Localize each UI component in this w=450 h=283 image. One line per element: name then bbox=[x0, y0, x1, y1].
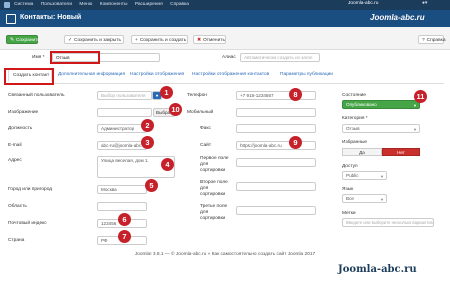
save-close-button[interactable]: ✓ Сохранить и закрыть bbox=[64, 35, 124, 44]
callout-badge: 1 bbox=[160, 86, 173, 99]
image-label: Изображение bbox=[8, 110, 39, 115]
name-label: Имя * bbox=[32, 55, 45, 60]
callout-badge: 7 bbox=[118, 230, 131, 243]
language-select[interactable]: Все ▼ bbox=[342, 194, 387, 203]
chevron-down-icon: ▼ bbox=[380, 174, 384, 179]
region-label: Область bbox=[8, 204, 27, 209]
tab-publishing[interactable]: Параметры публикации bbox=[280, 72, 333, 77]
callout-badge: 8 bbox=[289, 88, 302, 101]
user-icon: ● bbox=[155, 93, 159, 98]
callout-badge: 4 bbox=[161, 158, 174, 171]
linked-user-input[interactable]: Выбор пользователя bbox=[97, 91, 152, 100]
site-input[interactable]: https://joomla-abc.ru bbox=[236, 141, 316, 150]
callout-badge: 9 bbox=[289, 136, 302, 149]
category-label: Категория * bbox=[342, 116, 368, 121]
menu-item-help[interactable]: Справка bbox=[170, 2, 189, 7]
access-select[interactable]: Public ▼ bbox=[342, 171, 387, 180]
image-input[interactable] bbox=[97, 108, 152, 117]
callout-badge: 6 bbox=[118, 213, 131, 226]
chevron-down-icon: ▼ bbox=[380, 197, 384, 202]
menu-item-users[interactable]: Пользователи bbox=[41, 2, 72, 7]
tab-contact-display[interactable]: Настройки отображения контактов bbox=[192, 72, 269, 77]
joomla-logo-icon[interactable] bbox=[4, 2, 10, 8]
site-link[interactable]: Joomla-abc.ru bbox=[348, 1, 378, 6]
user-icon[interactable]: ●▾ bbox=[422, 1, 427, 6]
tags-input[interactable]: Введите или выберите несколько вариантов bbox=[342, 218, 434, 227]
email-input[interactable]: abc-ru@joomla-abc.ru bbox=[97, 141, 147, 150]
cancel-button[interactable]: ✖ Отменить bbox=[193, 35, 226, 44]
country-label: Страна bbox=[8, 238, 25, 243]
check-icon: ✓ bbox=[68, 38, 73, 43]
email-label: E-mail bbox=[8, 143, 22, 148]
status-select[interactable]: Опубликовано ▼ bbox=[342, 100, 420, 109]
sort2-input[interactable] bbox=[236, 182, 316, 191]
page-header: Контакты: Новый Joomla-abc.ru bbox=[0, 10, 450, 27]
highlight-name bbox=[50, 51, 100, 64]
save-new-button[interactable]: + Сохранить и создать bbox=[131, 35, 188, 44]
chevron-down-icon: ▼ bbox=[413, 103, 417, 108]
callout-badge: 3 bbox=[141, 136, 154, 149]
tab-bar: Создать контакт Дополнительная информаци… bbox=[4, 69, 444, 84]
linked-user-label: Связанный пользователь bbox=[8, 93, 65, 98]
menu-item-extensions[interactable]: Расширения bbox=[135, 2, 163, 7]
save-button[interactable]: ✎ Сохранить bbox=[6, 35, 40, 44]
contact-icon bbox=[6, 14, 16, 24]
site-watermark: Joomla-abc.ru bbox=[338, 264, 417, 275]
city-label: Город или пригород bbox=[8, 187, 53, 192]
top-menu: Система Пользователи Меню Компоненты Рас… bbox=[14, 1, 195, 7]
category-select[interactable]: Отзыв ▼ bbox=[342, 124, 420, 133]
menu-item-menus[interactable]: Меню bbox=[79, 2, 92, 7]
featured-label: Избранные bbox=[342, 140, 368, 145]
help-button[interactable]: ? Справка bbox=[418, 35, 446, 44]
callout-badge: 10 bbox=[169, 103, 182, 116]
sort1-input[interactable] bbox=[236, 158, 316, 167]
sort3-label: Третье поле для сортировки bbox=[200, 204, 228, 221]
sort1-label: Первое поле для сортировки bbox=[200, 156, 229, 173]
admin-top-nav: Система Пользователи Меню Компоненты Рас… bbox=[0, 0, 450, 10]
mobile-label: Мобильный bbox=[187, 110, 214, 115]
region-input[interactable] bbox=[97, 202, 147, 211]
mobile-input[interactable] bbox=[236, 108, 316, 117]
city-input[interactable]: Москва bbox=[97, 185, 147, 194]
chevron-down-icon: ▼ bbox=[413, 127, 417, 132]
tab-extra-info[interactable]: Дополнительная информация bbox=[58, 72, 125, 77]
phone-input[interactable]: +7 916-1234567 bbox=[236, 91, 316, 100]
callout-badge: 2 bbox=[141, 119, 154, 132]
postcode-label: Почтовый индекс bbox=[8, 221, 47, 226]
question-icon: ? bbox=[422, 38, 425, 43]
position-label: Должность bbox=[8, 126, 33, 131]
status-label: Состояние bbox=[342, 93, 366, 98]
site-label: Сайт bbox=[200, 143, 212, 148]
featured-yes-button[interactable]: Да bbox=[342, 148, 382, 156]
plus-icon: + bbox=[135, 38, 138, 43]
featured-no-button[interactable]: Нет bbox=[382, 148, 420, 156]
footer-text: Joomla! 3.8.1 — © Joomla-abc.ru » Как са… bbox=[134, 252, 316, 257]
brand-watermark: Joomla-abc.ru bbox=[370, 13, 425, 22]
tags-label: Метки bbox=[342, 211, 356, 216]
callout-badge: 5 bbox=[145, 179, 158, 192]
fax-label: Факс bbox=[200, 126, 211, 131]
menu-item-system[interactable]: Система bbox=[14, 2, 33, 7]
callout-badge: 11 bbox=[414, 90, 427, 103]
save-icon: ✎ bbox=[10, 38, 15, 43]
language-label: Язык bbox=[342, 187, 354, 192]
alias-label: Алиас bbox=[222, 55, 236, 60]
highlight-tab bbox=[4, 68, 54, 85]
access-label: Доступ bbox=[342, 164, 358, 169]
menu-item-components[interactable]: Компоненты bbox=[100, 2, 128, 7]
page-title: Контакты: Новый bbox=[20, 14, 82, 21]
address-label: Адрес bbox=[8, 158, 22, 163]
toolbar: ✎ Сохранить ✓ Сохранить и закрыть + Сохрани… bbox=[0, 27, 450, 50]
tab-display-settings[interactable]: Настройки отображения bbox=[130, 72, 184, 77]
cancel-icon: ✖ bbox=[197, 38, 202, 43]
sort3-input[interactable] bbox=[236, 206, 316, 215]
phone-label: Телефон bbox=[187, 93, 207, 98]
alias-input[interactable]: Автоматически создать из загол bbox=[240, 53, 320, 62]
sort2-label: Второе поле для сортировки bbox=[200, 180, 228, 197]
position-input[interactable]: Администратор bbox=[97, 124, 147, 133]
fax-input[interactable] bbox=[236, 124, 316, 133]
